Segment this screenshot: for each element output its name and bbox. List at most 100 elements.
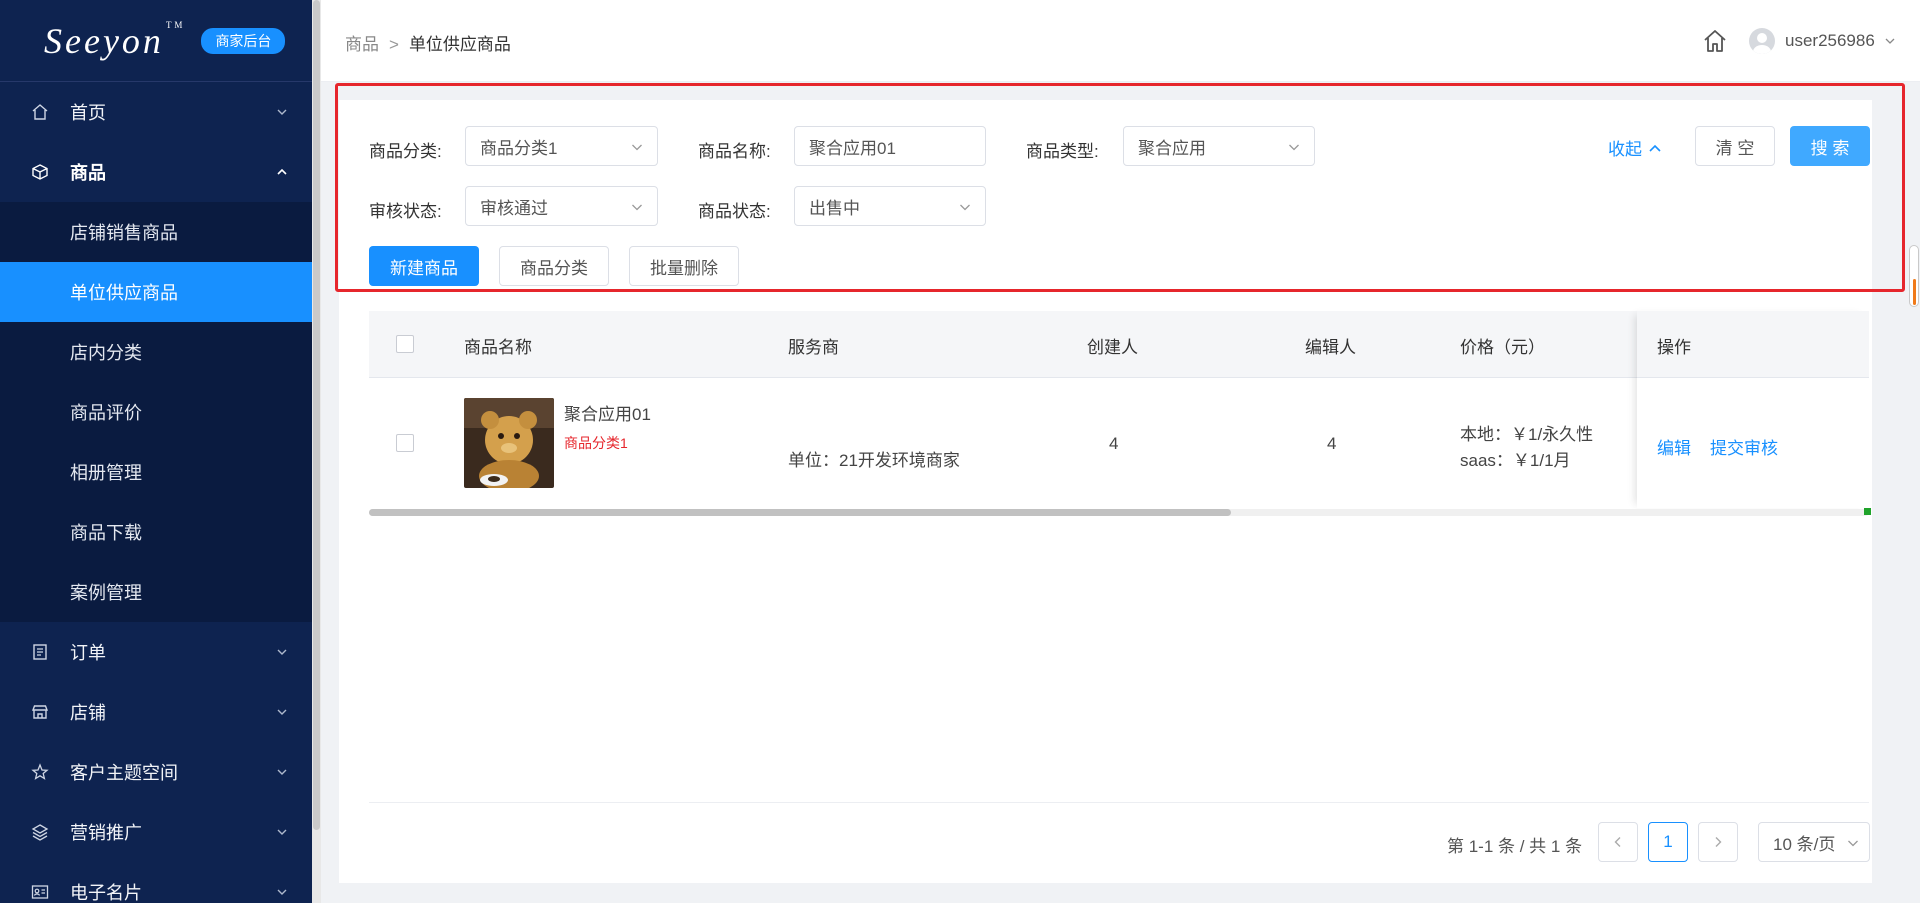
sidebar-item-albums[interactable]: 相册管理 xyxy=(0,442,312,502)
pagination-divider xyxy=(369,802,1869,803)
nav-label: 客户主题空间 xyxy=(70,763,178,783)
sidebar-item-store-sales[interactable]: 店铺销售商品 xyxy=(0,202,312,262)
column-header-provider: 服务商 xyxy=(788,338,839,357)
chevron-left-icon xyxy=(1614,837,1621,847)
collapse-label: 收起 xyxy=(1608,140,1642,159)
status-select-value: 出售中 xyxy=(809,198,860,218)
document-icon xyxy=(30,642,50,662)
type-select-value: 聚合应用 xyxy=(1138,138,1206,158)
price-local: 本地：￥1/永久性 xyxy=(1460,425,1594,444)
page-size-select[interactable]: 10 条/页 xyxy=(1758,822,1870,862)
audit-status-select[interactable]: 审核通过 xyxy=(465,186,658,226)
audit-filter-label: 审核状态: xyxy=(369,202,442,221)
table-horizontal-scrollbar[interactable] xyxy=(369,509,1869,516)
layers-icon xyxy=(30,822,50,842)
provider-cell: 单位：21开发环境商家 xyxy=(788,451,960,470)
chevron-right-icon xyxy=(1715,837,1722,847)
store-icon xyxy=(30,702,50,722)
prev-page-button[interactable] xyxy=(1598,822,1638,862)
nav-item-orders[interactable]: 订单 xyxy=(0,622,312,682)
product-thumbnail[interactable] xyxy=(464,398,554,488)
chevron-down-icon xyxy=(277,769,287,775)
star-icon xyxy=(30,762,50,782)
sidebar-scrollbar[interactable] xyxy=(312,0,321,903)
edit-link[interactable]: 编辑 xyxy=(1657,434,1691,459)
nav-item-marketing[interactable]: 营销推广 xyxy=(0,802,312,862)
collapse-filters-link[interactable]: 收起 xyxy=(1608,135,1662,160)
next-page-button[interactable] xyxy=(1698,822,1738,862)
sidebar-item-unit-supply[interactable]: 单位供应商品 xyxy=(0,262,312,322)
page-size-value: 10 条/页 xyxy=(1773,834,1836,854)
page-number-button[interactable]: 1 xyxy=(1648,822,1688,862)
breadcrumb: 商品 > 单位供应商品 xyxy=(345,30,511,55)
nav-label: 商品 xyxy=(70,163,106,183)
top-header: 商品 > 单位供应商品 user256986 xyxy=(321,0,1920,82)
products-submenu: 店铺销售商品 单位供应商品 店内分类 商品评价 相册管理 商品下载 案例管理 xyxy=(0,202,312,622)
category-filter-label: 商品分类: xyxy=(369,142,442,161)
clear-button[interactable]: 清 空 xyxy=(1695,126,1775,166)
nav-item-products[interactable]: 商品 xyxy=(0,142,312,202)
new-product-button[interactable]: 新建商品 xyxy=(369,246,479,286)
sidebar-scroll-thumb[interactable] xyxy=(313,0,320,830)
chevron-down-icon xyxy=(960,204,970,211)
teddy-bear-image xyxy=(464,398,554,488)
page-vertical-scrollbar[interactable] xyxy=(1909,245,1919,307)
column-header-actions: 操作 xyxy=(1657,338,1691,357)
chevron-down-icon xyxy=(1885,38,1895,44)
nav-label: 电子名片 xyxy=(70,883,142,903)
type-select[interactable]: 聚合应用 xyxy=(1123,126,1315,166)
select-all-checkbox[interactable] xyxy=(396,335,414,353)
product-status-select[interactable]: 出售中 xyxy=(794,186,986,226)
status-marker xyxy=(1864,508,1871,515)
status-filter-label: 商品状态: xyxy=(698,202,771,221)
column-header-name: 商品名称 xyxy=(464,338,532,357)
sidebar: Seeyon TM 商家后台 首页 商品 店铺销售商品 单位供应商品 店内分类 商… xyxy=(0,0,312,903)
nav-item-store[interactable]: 店铺 xyxy=(0,682,312,742)
creator-cell: 4 xyxy=(1109,434,1119,453)
nav-item-business-card[interactable]: 电子名片 xyxy=(0,862,312,903)
chevron-up-icon xyxy=(277,168,287,175)
horizontal-scroll-thumb[interactable] xyxy=(369,509,1231,516)
chevron-down-icon xyxy=(1289,144,1299,151)
nav-label: 营销推广 xyxy=(70,823,142,843)
sidebar-item-cases[interactable]: 案例管理 xyxy=(0,562,312,622)
product-name-input[interactable] xyxy=(809,136,985,156)
sidebar-item-reviews[interactable]: 商品评价 xyxy=(0,382,312,442)
category-select[interactable]: 商品分类1 xyxy=(465,126,658,166)
user-menu[interactable]: user256986 xyxy=(1749,28,1895,54)
audit-select-value: 审核通过 xyxy=(480,198,548,218)
nav-item-customer-space[interactable]: 客户主题空间 xyxy=(0,742,312,802)
actions-column: 操作 编辑 提交审核 xyxy=(1637,311,1869,508)
username: user256986 xyxy=(1785,31,1875,50)
chevron-down-icon xyxy=(277,829,287,835)
name-filter-label: 商品名称: xyxy=(698,142,771,161)
cube-icon xyxy=(30,162,50,182)
column-header-creator: 创建人 xyxy=(1087,338,1138,357)
sidebar-item-download[interactable]: 商品下载 xyxy=(0,502,312,562)
search-button[interactable]: 搜 索 xyxy=(1790,126,1870,166)
actions-column-header: 操作 xyxy=(1637,311,1869,378)
chevron-down-icon xyxy=(277,109,287,115)
product-category-tag: 商品分类1 xyxy=(564,435,628,451)
name-input-wrapper xyxy=(794,126,986,166)
nav-label: 首页 xyxy=(70,103,106,123)
submit-review-link[interactable]: 提交审核 xyxy=(1710,434,1778,459)
home-icon[interactable] xyxy=(1701,27,1729,55)
vertical-scroll-thumb[interactable] xyxy=(1913,279,1916,305)
sidebar-item-store-category[interactable]: 店内分类 xyxy=(0,322,312,382)
column-header-price: 价格（元） xyxy=(1460,338,1545,357)
logo-bar: Seeyon TM 商家后台 xyxy=(0,0,312,82)
chevron-down-icon xyxy=(632,144,642,151)
pagination-total: 第 1-1 条 / 共 1 条 xyxy=(1447,837,1583,856)
product-name[interactable]: 聚合应用01 xyxy=(564,400,651,425)
chevron-down-icon xyxy=(1848,840,1858,847)
nav-label: 订单 xyxy=(70,643,106,663)
chevron-down-icon xyxy=(277,709,287,715)
batch-delete-button[interactable]: 批量删除 xyxy=(629,246,739,286)
seeyon-logo[interactable]: Seeyon TM xyxy=(44,20,185,62)
merchant-badge: 商家后台 xyxy=(201,27,286,54)
product-category-button[interactable]: 商品分类 xyxy=(499,246,609,286)
nav-item-home[interactable]: 首页 xyxy=(0,82,312,142)
row-checkbox[interactable] xyxy=(396,434,414,452)
breadcrumb-item-products[interactable]: 商品 xyxy=(345,35,379,54)
